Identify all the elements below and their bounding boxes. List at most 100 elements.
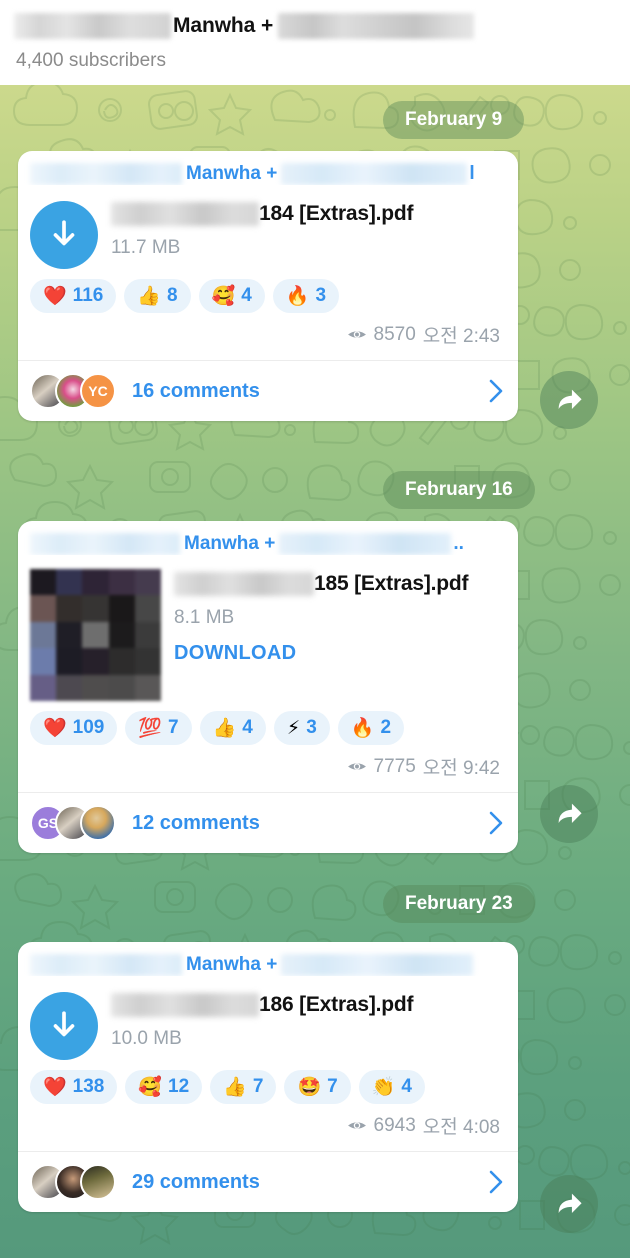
message-time: 오전 2:43 <box>422 326 500 347</box>
comments-bar[interactable]: 29 comments <box>18 1152 518 1212</box>
download-button[interactable] <box>30 201 98 269</box>
channel-header[interactable]: Manwha + 4,400 subscribers <box>0 0 630 85</box>
date-separator: February 23 <box>383 885 535 923</box>
file-name-prefix-redacted <box>111 993 259 1017</box>
heart-emoji: ❤️ <box>43 285 67 307</box>
hundred-points-reaction[interactable]: 💯 7 <box>125 711 192 745</box>
file-attachment[interactable]: 186 [Extras].pdf 10.0 MB <box>18 976 518 1060</box>
view-count: 8570 <box>373 323 416 345</box>
source-channel-name: Manwha + <box>184 532 276 554</box>
download-button[interactable] <box>30 992 98 1060</box>
file-name-row: 184 [Extras].pdf <box>111 199 506 229</box>
telegram-channel-screen: Manwha + 4,400 subscribers February 9 Ma… <box>0 0 630 1258</box>
lightning-reaction[interactable]: ⚡ 3 <box>273 711 330 745</box>
reaction-count: 7 <box>327 1076 338 1097</box>
file-info: 184 [Extras].pdf 11.7 MB <box>98 199 506 259</box>
lightning-emoji: ⚡ <box>286 717 301 739</box>
comments-bar[interactable]: YC 16 comments <box>18 361 518 421</box>
source-prefix-redacted <box>30 162 182 185</box>
avatar <box>80 1164 116 1200</box>
file-name-row: 186 [Extras].pdf <box>111 990 506 1020</box>
reaction-count: 3 <box>315 285 327 306</box>
source-channel-name: Manwha + <box>186 162 278 184</box>
message-bubble[interactable]: Manwha + l 184 [Extras].pdf 11.7 MB ❤️ 1… <box>18 151 518 421</box>
file-attachment[interactable]: 185 [Extras].pdf 8.1 MB DOWNLOAD <box>18 555 518 701</box>
file-size: 10.0 MB <box>111 1028 182 1049</box>
file-name: 186 [Extras].pdf <box>259 993 414 1016</box>
message-time: 오전 9:42 <box>422 758 500 779</box>
forward-arrow-icon <box>558 1193 582 1213</box>
reaction-count: 7 <box>168 717 179 738</box>
message-bubble[interactable]: Manwha + 186 [Extras].pdf 10.0 MB ❤️ 138… <box>18 942 518 1212</box>
forward-arrow-icon <box>558 389 582 409</box>
commenter-avatars: YC <box>30 373 116 409</box>
thumbs-up-reaction[interactable]: 👍 4 <box>199 711 266 745</box>
download-arrow-icon <box>53 220 75 246</box>
reactions-row[interactable]: ❤️ 109 💯 7 👍 4 ⚡ 3 🔥 2 <box>18 701 518 745</box>
thumbs-up-emoji: 👍 <box>223 1076 247 1098</box>
reactions-row[interactable]: ❤️ 116 👍 8 🥰 4 🔥 3 <box>18 269 518 313</box>
file-name: 185 [Extras].pdf <box>314 572 469 595</box>
eye-icon <box>347 763 366 770</box>
file-name-prefix-redacted <box>174 572 314 596</box>
heart-emoji: ❤️ <box>43 717 67 739</box>
comments-bar[interactable]: GS 12 comments <box>18 793 518 853</box>
avatar: YC <box>80 373 116 409</box>
chevron-right-icon[interactable] <box>488 1169 504 1195</box>
smiling-face-with-hearts-reaction[interactable]: 🥰 12 <box>125 1070 203 1104</box>
message-meta: 8570 오전 2:43 <box>18 313 518 348</box>
source-suffix-redacted <box>281 953 474 976</box>
heart-emoji: ❤️ <box>43 1076 67 1098</box>
file-info: 185 [Extras].pdf 8.1 MB DOWNLOAD <box>161 569 506 665</box>
reaction-count: 2 <box>380 717 392 738</box>
fire-reaction[interactable]: 🔥 2 <box>337 711 405 745</box>
download-arrow-icon <box>53 1011 75 1037</box>
reaction-count: 8 <box>167 285 178 306</box>
file-thumbnail[interactable] <box>30 569 161 701</box>
eye-icon <box>347 331 366 338</box>
thumbs-up-emoji: 👍 <box>137 285 161 307</box>
forward-button[interactable] <box>540 371 598 429</box>
star-struck-reaction[interactable]: 🤩 7 <box>284 1070 351 1104</box>
reaction-count: 138 <box>72 1076 105 1097</box>
message-source-link[interactable]: Manwha + l <box>18 151 518 185</box>
thumbs-up-reaction[interactable]: 👍 8 <box>124 279 191 313</box>
smiling-face-with-hearts-reaction[interactable]: 🥰 4 <box>198 279 265 313</box>
reaction-count: 7 <box>252 1076 264 1097</box>
heart-reaction[interactable]: ❤️ 116 <box>30 279 117 313</box>
reactions-row[interactable]: ❤️ 138 🥰 12 👍 7 🤩 7 👏 4 <box>18 1060 518 1104</box>
message-time: 오전 4:08 <box>422 1117 500 1138</box>
heart-reaction[interactable]: ❤️ 109 <box>30 711 118 745</box>
source-prefix-redacted <box>30 532 180 555</box>
fire-emoji: 🔥 <box>285 285 310 307</box>
message-source-link[interactable]: Manwha + .. <box>18 521 518 555</box>
file-name: 184 [Extras].pdf <box>259 202 414 225</box>
fire-emoji: 🔥 <box>350 717 375 739</box>
reaction-count: 12 <box>168 1076 190 1097</box>
page-title: Manwha + <box>173 14 274 37</box>
download-link[interactable]: DOWNLOAD <box>174 642 506 665</box>
commenter-avatars <box>30 1164 116 1200</box>
message-meta: 6943 오전 4:08 <box>18 1104 518 1139</box>
forward-button[interactable] <box>540 1175 598 1233</box>
message-meta: 7775 오전 9:42 <box>18 745 518 780</box>
chat-background: February 9 Manwha + l 184 [Extras].pdf 1… <box>0 85 630 1258</box>
chevron-right-icon[interactable] <box>488 378 504 404</box>
file-size: 11.7 MB <box>111 237 181 258</box>
channel-name-prefix-redacted <box>14 13 171 39</box>
message-source-link[interactable]: Manwha + <box>18 942 518 976</box>
date-separator: February 9 <box>383 101 525 139</box>
view-count: 6943 <box>373 1114 416 1136</box>
heart-reaction[interactable]: ❤️ 138 <box>30 1070 118 1104</box>
reaction-count: 3 <box>306 717 317 738</box>
fire-reaction[interactable]: 🔥 3 <box>272 279 340 313</box>
chevron-right-icon[interactable] <box>488 810 504 836</box>
message-bubble[interactable]: Manwha + .. 185 [Extras].pdf 8.1 MB DOWN… <box>18 521 518 853</box>
thumbs-up-reaction[interactable]: 👍 7 <box>210 1070 277 1104</box>
file-attachment[interactable]: 184 [Extras].pdf 11.7 MB <box>18 185 518 269</box>
source-prefix-redacted <box>30 953 182 976</box>
forward-button[interactable] <box>540 785 598 843</box>
clapping-hands-reaction[interactable]: 👏 4 <box>358 1070 425 1104</box>
file-info: 186 [Extras].pdf 10.0 MB <box>98 990 506 1050</box>
source-channel-name: Manwha + <box>186 953 278 975</box>
